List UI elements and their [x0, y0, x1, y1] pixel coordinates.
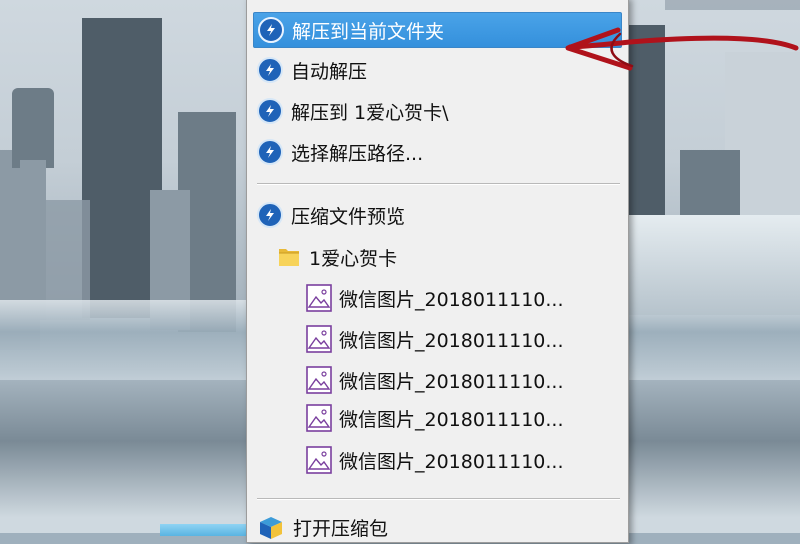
preview-file-item[interactable]: 微信图片_2018011110...: [253, 443, 622, 477]
menu-item-label: 解压到 1爱心贺卡\: [291, 101, 449, 124]
image-file-icon: [306, 366, 332, 394]
menu-item-label: 打开压缩包: [293, 517, 389, 540]
file-label: 微信图片_2018011110...: [339, 288, 564, 311]
archive-app-icon: [260, 517, 282, 539]
image-file-icon: [306, 446, 332, 474]
menu-item-extract-to-folder[interactable]: 解压到 1爱心贺卡\: [253, 94, 622, 128]
file-label: 微信图片_2018011110...: [339, 450, 564, 473]
extract-icon: [257, 139, 283, 165]
folder-label: 1爱心贺卡: [309, 247, 398, 270]
image-file-icon: [306, 404, 332, 432]
taskbar-fragment: [160, 524, 246, 536]
menu-item-label: 选择解压路径...: [291, 142, 424, 165]
image-file-icon: [306, 325, 332, 353]
menu-item-choose-path[interactable]: 选择解压路径...: [253, 135, 622, 169]
extract-icon: [258, 17, 284, 43]
extract-icon: [257, 57, 283, 83]
file-label: 微信图片_2018011110...: [339, 408, 564, 431]
preview-file-item[interactable]: 微信图片_2018011110...: [253, 363, 622, 397]
annotation-arrow: [565, 27, 799, 71]
file-label: 微信图片_2018011110...: [339, 329, 564, 352]
extract-icon: [257, 98, 283, 124]
menu-item-label: 自动解压: [291, 60, 368, 83]
image-file-icon: [306, 284, 332, 312]
preview-folder-item[interactable]: 1爱心贺卡: [253, 240, 622, 274]
preview-file-item[interactable]: 微信图片_2018011110...: [253, 322, 622, 356]
preview-file-item[interactable]: 微信图片_2018011110...: [253, 281, 622, 315]
file-label: 微信图片_2018011110...: [339, 370, 564, 393]
folder-icon: [279, 249, 299, 266]
extract-icon: [257, 202, 283, 228]
menu-item-label: 压缩文件预览: [291, 205, 406, 228]
menu-separator: [257, 183, 620, 185]
menu-separator: [257, 498, 620, 500]
menu-item-label: 解压到当前文件夹: [292, 20, 445, 43]
preview-file-item[interactable]: 微信图片_2018011110...: [253, 401, 622, 435]
menu-item-archive-preview[interactable]: 压缩文件预览: [253, 198, 622, 232]
menu-item-open-archive[interactable]: 打开压缩包: [253, 510, 622, 544]
